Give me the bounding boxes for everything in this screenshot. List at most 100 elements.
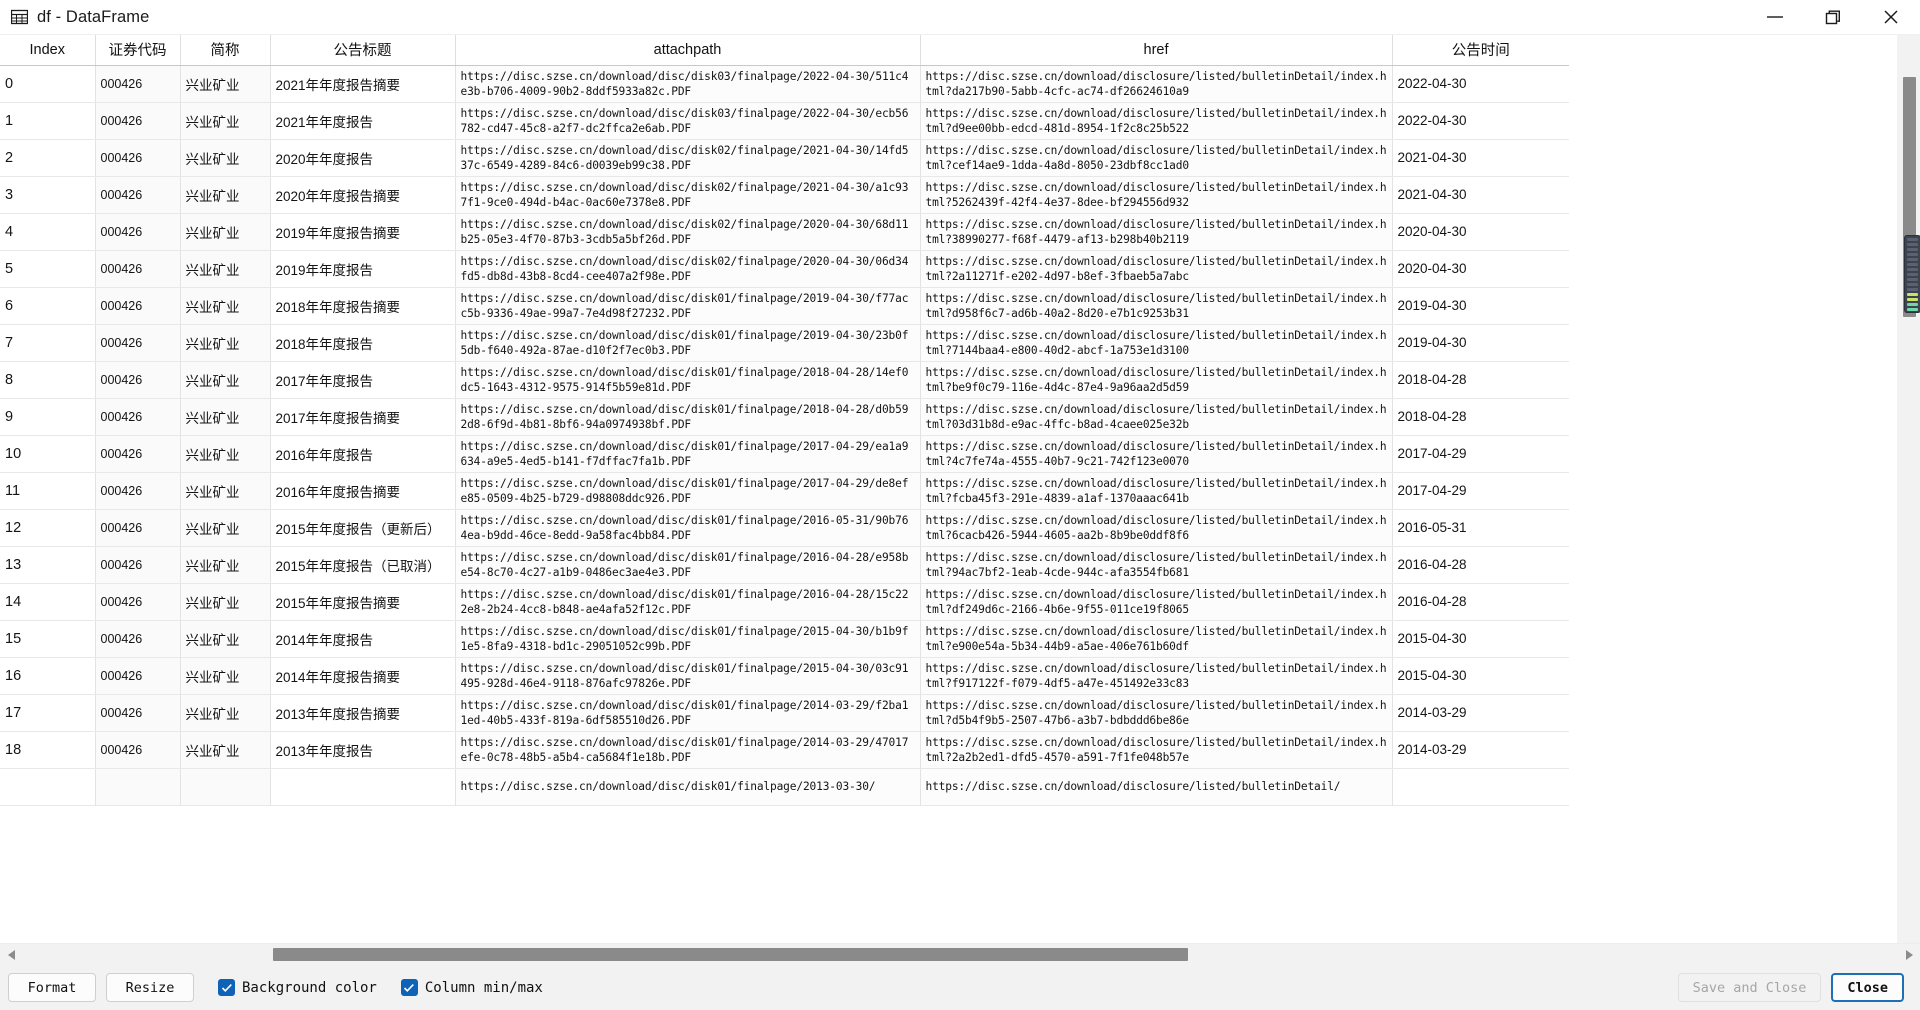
cell-time[interactable]: 2015-04-30	[1392, 620, 1569, 658]
cell-index[interactable]: 2	[0, 139, 96, 177]
cell-title[interactable]: 2014年年度报告	[270, 620, 456, 658]
cell-title[interactable]: 2019年年度报告摘要	[270, 213, 456, 251]
cell-index[interactable]: 14	[0, 583, 96, 621]
cell-index[interactable]: 1	[0, 102, 96, 140]
column-minmax-checkbox-group[interactable]: Column min/max	[400, 979, 543, 996]
cell-index[interactable]: 10	[0, 435, 96, 473]
cell-name[interactable]: 兴业矿业	[180, 620, 271, 658]
minimize-button[interactable]	[1746, 0, 1804, 34]
table-row[interactable]: 0 000426 兴业矿业 2021年年度报告摘要 https://disc.szse.…	[0, 65, 1569, 103]
table-row[interactable]: 8 000426 兴业矿业 2017年年度报告 https://disc.szse.cn…	[0, 361, 1569, 399]
table-row[interactable]: https://disc.szse.cn/download/disc/disk0…	[0, 768, 1569, 806]
column-header-name[interactable]: 简称	[180, 35, 271, 66]
cell-name[interactable]: 兴业矿业	[180, 435, 271, 473]
cell-time[interactable]: 2014-03-29	[1392, 731, 1569, 769]
cell-href[interactable]: https://disc.szse.cn/download/disclosure…	[920, 361, 1393, 399]
cell-name[interactable]: 兴业矿业	[180, 176, 271, 214]
cell-attachpath[interactable]: https://disc.szse.cn/download/disc/disk0…	[455, 546, 921, 584]
cell-name[interactable]: 兴业矿业	[180, 65, 271, 103]
cell-href[interactable]: https://disc.szse.cn/download/disclosure…	[920, 213, 1393, 251]
cell-code[interactable]: 000426	[95, 620, 181, 658]
cell-title[interactable]: 2014年年度报告摘要	[270, 657, 456, 695]
vertical-scrollbar[interactable]	[1897, 35, 1920, 943]
horizontal-scrollbar-track[interactable]	[22, 948, 1898, 961]
cell-index[interactable]: 4	[0, 213, 96, 251]
cell-title[interactable]: 2015年年度报告摘要	[270, 583, 456, 621]
cell-href[interactable]: https://disc.szse.cn/download/disclosure…	[920, 620, 1393, 658]
cell-time[interactable]: 2014-03-29	[1392, 694, 1569, 732]
cell-title[interactable]: 2013年年度报告摘要	[270, 694, 456, 732]
cell-attachpath[interactable]: https://disc.szse.cn/download/disc/disk0…	[455, 694, 921, 732]
cell-time[interactable]: 2015-04-30	[1392, 657, 1569, 695]
cell-href[interactable]: https://disc.szse.cn/download/disclosure…	[920, 324, 1393, 362]
column-header-time[interactable]: 公告时间	[1392, 35, 1569, 66]
cell-name[interactable]: 兴业矿业	[180, 694, 271, 732]
cell-index[interactable]: 13	[0, 546, 96, 584]
column-header-code[interactable]: 证券代码	[95, 35, 181, 66]
table-row[interactable]: 10 000426 兴业矿业 2016年年度报告 https://disc.szse.c…	[0, 435, 1569, 473]
table-row[interactable]: 17 000426 兴业矿业 2013年年度报告摘要 https://disc.szse…	[0, 694, 1569, 732]
cell-href[interactable]: https://disc.szse.cn/download/disclosure…	[920, 472, 1393, 510]
cell-time[interactable]: 2020-04-30	[1392, 213, 1569, 251]
cell-attachpath[interactable]: https://disc.szse.cn/download/disc/disk0…	[455, 65, 921, 103]
cell-href[interactable]: https://disc.szse.cn/download/disclosure…	[920, 435, 1393, 473]
cell-name[interactable]: 兴业矿业	[180, 213, 271, 251]
cell-href[interactable]: https://disc.szse.cn/download/disclosure…	[920, 176, 1393, 214]
cell-index[interactable]: 8	[0, 361, 96, 399]
table-row[interactable]: 12 000426 兴业矿业 2015年年度报告（更新后） https://disc.s…	[0, 509, 1569, 547]
column-header-title[interactable]: 公告标题	[270, 35, 456, 66]
column-header-attachpath[interactable]: attachpath	[455, 35, 921, 66]
cell-name[interactable]: 兴业矿业	[180, 361, 271, 399]
cell-name[interactable]: 兴业矿业	[180, 287, 271, 325]
cell-index[interactable]: 12	[0, 509, 96, 547]
cell-name[interactable]	[180, 768, 271, 806]
cell-href[interactable]: https://disc.szse.cn/download/disclosure…	[920, 398, 1393, 436]
cell-name[interactable]: 兴业矿业	[180, 472, 271, 510]
cell-attachpath[interactable]: https://disc.szse.cn/download/disc/disk0…	[455, 324, 921, 362]
cell-attachpath[interactable]: https://disc.szse.cn/download/disc/disk0…	[455, 620, 921, 658]
cell-name[interactable]: 兴业矿业	[180, 731, 271, 769]
cell-href[interactable]: https://disc.szse.cn/download/disclosure…	[920, 65, 1393, 103]
cell-index[interactable]: 11	[0, 472, 96, 510]
cell-title[interactable]: 2013年年度报告	[270, 731, 456, 769]
cell-title[interactable]: 2020年年度报告摘要	[270, 176, 456, 214]
cell-code[interactable]: 000426	[95, 657, 181, 695]
cell-code[interactable]: 000426	[95, 139, 181, 177]
cell-time[interactable]: 2021-04-30	[1392, 176, 1569, 214]
cell-href[interactable]: https://disc.szse.cn/download/disclosure…	[920, 731, 1393, 769]
cell-title[interactable]: 2016年年度报告摘要	[270, 472, 456, 510]
cell-name[interactable]: 兴业矿业	[180, 398, 271, 436]
cell-index[interactable]	[0, 768, 96, 806]
cell-attachpath[interactable]: https://disc.szse.cn/download/disc/disk0…	[455, 139, 921, 177]
table-row[interactable]: 5 000426 兴业矿业 2019年年度报告 https://disc.szse.cn…	[0, 250, 1569, 288]
cell-time[interactable]: 2021-04-30	[1392, 139, 1569, 177]
background-color-checkbox-group[interactable]: Background color	[218, 979, 377, 996]
table-row[interactable]: 13 000426 兴业矿业 2015年年度报告（已取消） https://disc.s…	[0, 546, 1569, 584]
scroll-right-arrow-icon[interactable]	[1898, 944, 1920, 966]
column-header-index[interactable]: Index	[0, 35, 96, 66]
cell-code[interactable]: 000426	[95, 324, 181, 362]
cell-code[interactable]	[95, 768, 181, 806]
cell-time[interactable]: 2017-04-29	[1392, 472, 1569, 510]
resize-button[interactable]: Resize	[106, 973, 194, 1002]
cell-href[interactable]: https://disc.szse.cn/download/disclosure…	[920, 139, 1393, 177]
cell-attachpath[interactable]: https://disc.szse.cn/download/disc/disk0…	[455, 472, 921, 510]
horizontal-scrollbar-thumb[interactable]	[273, 948, 1188, 961]
cell-href[interactable]: https://disc.szse.cn/download/disclosure…	[920, 509, 1393, 547]
table-row[interactable]: 6 000426 兴业矿业 2018年年度报告摘要 https://disc.szse.…	[0, 287, 1569, 325]
cell-code[interactable]: 000426	[95, 731, 181, 769]
cell-attachpath[interactable]: https://disc.szse.cn/download/disc/disk0…	[455, 435, 921, 473]
cell-name[interactable]: 兴业矿业	[180, 546, 271, 584]
cell-code[interactable]: 000426	[95, 583, 181, 621]
cell-attachpath[interactable]: https://disc.szse.cn/download/disc/disk0…	[455, 250, 921, 288]
cell-code[interactable]: 000426	[95, 694, 181, 732]
cell-name[interactable]: 兴业矿业	[180, 657, 271, 695]
cell-index[interactable]: 0	[0, 65, 96, 103]
cell-time[interactable]: 2017-04-29	[1392, 435, 1569, 473]
cell-href[interactable]: https://disc.szse.cn/download/disclosure…	[920, 287, 1393, 325]
cell-name[interactable]: 兴业矿业	[180, 102, 271, 140]
save-and-close-button[interactable]: Save and Close	[1677, 973, 1822, 1002]
table-row[interactable]: 3 000426 兴业矿业 2020年年度报告摘要 https://disc.szse.…	[0, 176, 1569, 214]
cell-name[interactable]: 兴业矿业	[180, 250, 271, 288]
cell-attachpath[interactable]: https://disc.szse.cn/download/disc/disk0…	[455, 176, 921, 214]
